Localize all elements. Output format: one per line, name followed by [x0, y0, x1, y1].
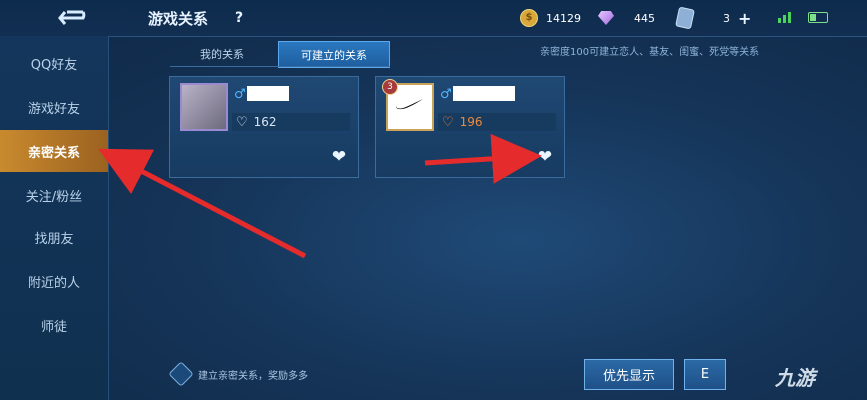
- level-badge: 3: [382, 79, 398, 95]
- tab-underline: [170, 66, 390, 67]
- sidebar: QQ好友 游戏好友 亲密关系 关注/粉丝 找朋友 附近的人 师徒: [0, 36, 109, 400]
- back-button[interactable]: [52, 6, 96, 30]
- tab-available-relations[interactable]: 可建立的关系: [278, 41, 390, 68]
- ticket-amount: 3: [723, 11, 730, 25]
- male-gender-icon: ♂: [440, 87, 452, 102]
- intimacy-row: ♡ 196: [438, 113, 556, 131]
- sidebar-item-qq-friends[interactable]: QQ好友: [0, 42, 108, 84]
- intimacy-value: 196: [459, 115, 483, 129]
- coin-counter: $ 14129: [520, 8, 581, 28]
- top-bar: 游戏关系 ? $ 14129 445 3 +: [0, 0, 867, 37]
- heart-icon: ♡: [236, 114, 248, 130]
- sidebar-item-follow-fans[interactable]: 关注/粉丝: [0, 174, 108, 216]
- build-relation-button[interactable]: ❤: [329, 147, 349, 167]
- player-name-redacted: [453, 86, 515, 101]
- gold-coin-icon: $: [520, 9, 538, 27]
- intimacy-row: ♡ 162: [232, 113, 350, 131]
- gem-amount: 445: [634, 11, 655, 25]
- sidebar-item-mentor[interactable]: 师徒: [0, 304, 108, 346]
- sidebar-item-find-friends[interactable]: 找朋友: [0, 216, 108, 258]
- help-button[interactable]: ?: [229, 8, 249, 28]
- sidebar-item-nearby[interactable]: 附近的人: [0, 260, 108, 302]
- male-gender-icon: ♂: [234, 87, 246, 102]
- priority-display-button[interactable]: 优先显示: [584, 359, 674, 390]
- intimacy-hint: 亲密度100可建立恋人、基友、闺蜜、死党等关系: [540, 47, 760, 58]
- add-ticket-icon[interactable]: +: [738, 9, 751, 28]
- battery-icon: [808, 12, 828, 23]
- friend-card-1[interactable]: ♂ ♡ 162 ❤: [169, 76, 359, 178]
- sidebar-item-intimate[interactable]: 亲密关系: [0, 130, 108, 172]
- page-title: 游戏关系: [148, 10, 209, 28]
- friend-card-2[interactable]: 3 ♂ ♡ 196 ❤: [375, 76, 565, 178]
- avatar[interactable]: 3: [382, 79, 434, 131]
- reward-hint: 建立亲密关系，奖励多多: [168, 361, 308, 387]
- diamond-icon: [598, 11, 614, 25]
- annotation-arrows: [98, 133, 542, 259]
- ticket-icon: [675, 6, 695, 30]
- signal-icon: [778, 11, 791, 23]
- watermark-logo: 九游: [775, 366, 815, 390]
- heart-plus-icon: ❤: [331, 147, 347, 167]
- secondary-button[interactable]: E: [684, 359, 726, 390]
- heart-plus-icon: ❤: [537, 147, 553, 167]
- gem-counter: 445: [598, 8, 655, 28]
- sidebar-item-game-friends[interactable]: 游戏好友: [0, 86, 108, 128]
- intimacy-value: 162: [253, 115, 277, 129]
- avatar[interactable]: [180, 83, 228, 131]
- player-name-redacted: [247, 86, 289, 101]
- gift-icon: [168, 361, 194, 387]
- ticket-counter: 3 +: [675, 6, 751, 30]
- heart-icon: ♡: [442, 114, 454, 130]
- back-arrow-icon: [58, 10, 86, 25]
- reward-hint-text: 建立亲密关系，奖励多多: [198, 370, 308, 382]
- tab-my-relations[interactable]: 我的关系: [170, 41, 274, 66]
- coin-amount: 14129: [546, 11, 581, 25]
- nike-logo-icon: [396, 99, 423, 110]
- build-relation-button[interactable]: ❤: [535, 147, 555, 167]
